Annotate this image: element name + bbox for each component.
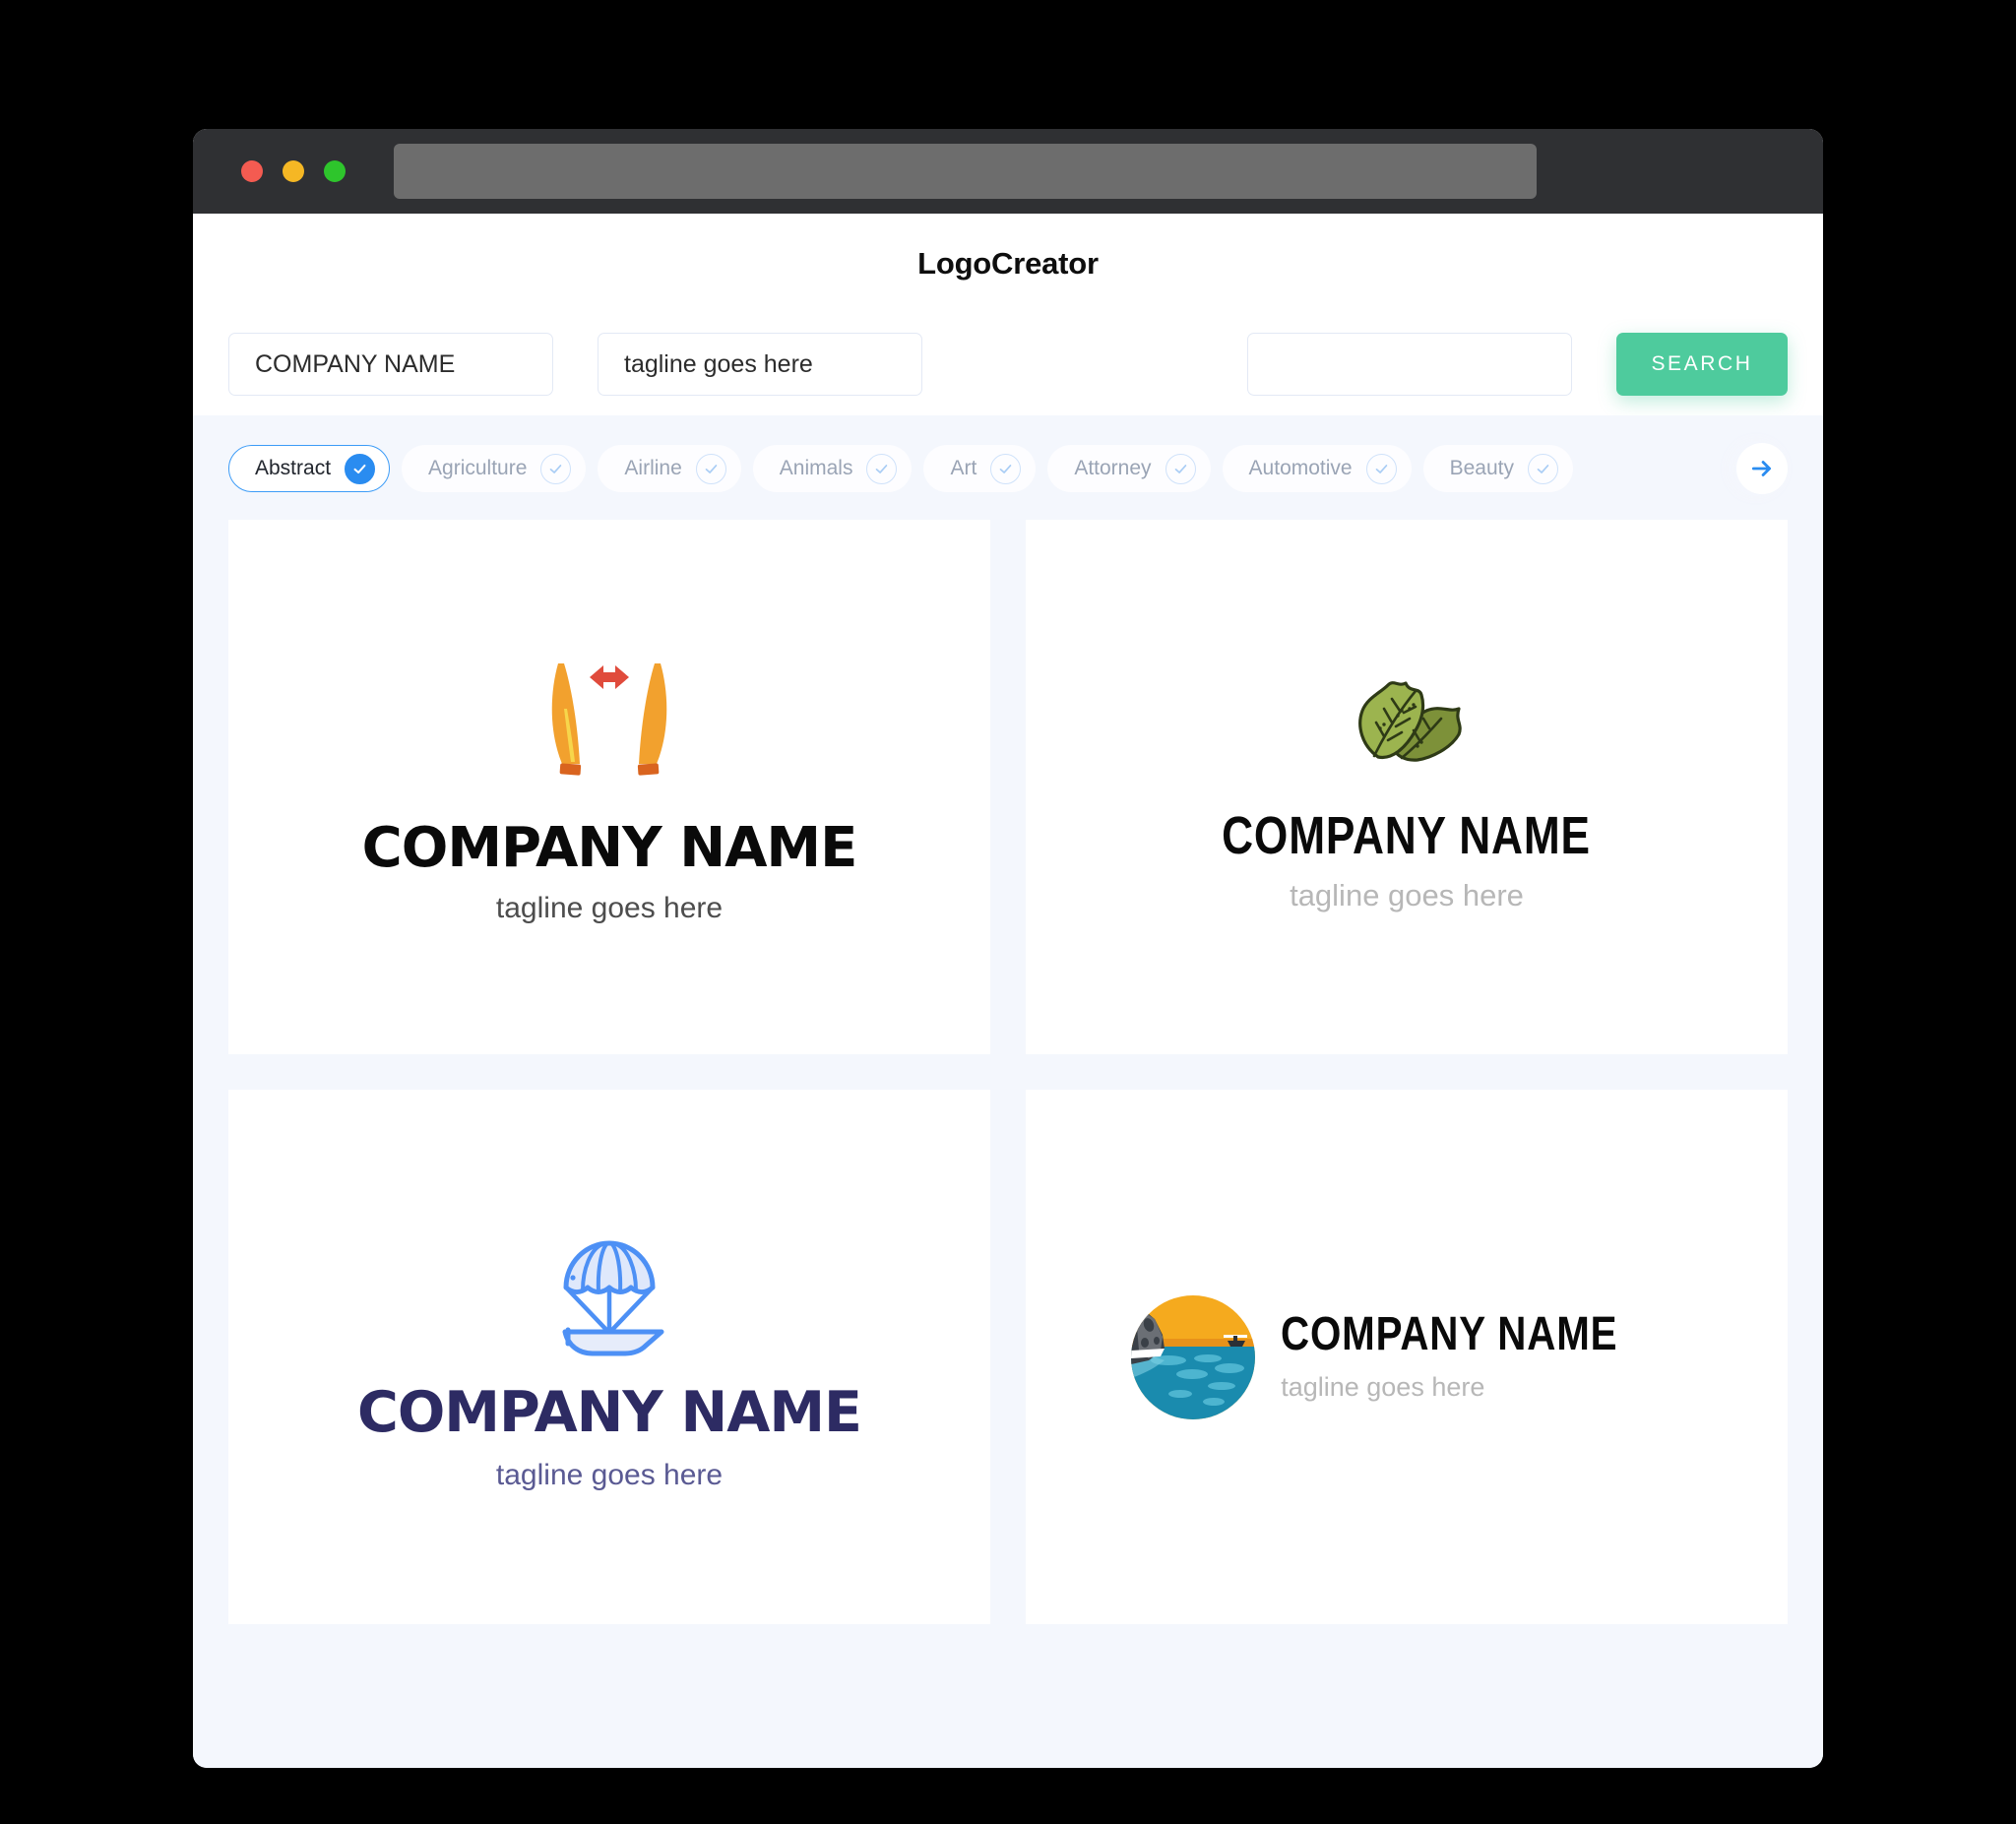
minimize-window-button[interactable]: [283, 160, 304, 182]
logo-tagline: tagline goes here: [1290, 877, 1524, 912]
close-window-button[interactable]: [241, 160, 263, 182]
tagline-input[interactable]: [598, 333, 922, 396]
logo-tagline: tagline goes here: [1281, 1372, 1485, 1402]
results-area: Abstract Agriculture Airline Animals Art Atto…: [193, 415, 1823, 1768]
logo-company-name: COMPANY NAME: [1281, 1308, 1618, 1360]
page-title: LogoCreator: [917, 245, 1099, 281]
logo-company-name: COMPANY NAME: [1222, 805, 1592, 865]
categories-next-button[interactable]: [1736, 443, 1788, 494]
category-chip-label: Abstract: [255, 457, 332, 479]
category-chip-animals[interactable]: Animals: [752, 445, 913, 492]
category-filter-bar: Abstract Agriculture Airline Animals Art Atto…: [193, 415, 1823, 520]
twin-blades-arrow-icon: [551, 662, 667, 776]
check-icon: [1365, 453, 1397, 484]
logo-tagline: tagline goes here: [495, 1459, 724, 1491]
logo-card[interactable]: COMPANY NAME tagline goes here: [1026, 1090, 1788, 1624]
logo-company-name: COMPANY NAME: [357, 1380, 862, 1445]
category-chip-label: Art: [950, 457, 977, 479]
url-bar[interactable]: [394, 144, 1537, 199]
check-icon: [1528, 453, 1558, 484]
leaf-icon: [1358, 680, 1462, 762]
category-chip-label: Beauty: [1449, 457, 1514, 479]
parachute-boat-icon: [562, 1240, 664, 1356]
category-chip-abstract[interactable]: Abstract: [228, 445, 391, 492]
category-chip-airline[interactable]: Airline: [598, 445, 741, 492]
category-chip-beauty[interactable]: Beauty: [1422, 445, 1573, 492]
logo-card[interactable]: COMPANY NAME tagline goes here: [228, 520, 990, 1054]
browser-titlebar: [193, 129, 1823, 214]
logo-card[interactable]: COMPANY NAME tagline goes here: [228, 1090, 990, 1624]
check-icon: [1165, 453, 1196, 484]
category-chip-attorney[interactable]: Attorney: [1047, 445, 1211, 492]
app-header: LogoCreator: [193, 214, 1823, 313]
check-icon: [866, 453, 898, 484]
logo-results-grid: COMPANY NAME tagline goes here COMPANY N…: [193, 520, 1823, 1664]
search-button[interactable]: SEARCH: [1616, 333, 1788, 396]
check-icon: [695, 453, 726, 484]
category-chip-label: Attorney: [1074, 457, 1152, 479]
sunset-sea-circle-icon: [1131, 1294, 1256, 1419]
logo-tagline: tagline goes here: [495, 891, 724, 924]
keyword-input[interactable]: [1247, 333, 1572, 396]
maximize-window-button[interactable]: [324, 160, 346, 182]
check-icon: [540, 453, 572, 484]
logo-card[interactable]: COMPANY NAME tagline goes here: [1026, 520, 1788, 1054]
screenshot-root: LogoCreator SEARCH Abstract Agriculture Ai…: [0, 0, 2016, 1824]
category-chip-automotive[interactable]: Automotive: [1222, 445, 1412, 492]
category-chip-art[interactable]: Art: [923, 445, 1037, 492]
category-chip-label: Agriculture: [428, 457, 528, 479]
traffic-lights: [241, 160, 346, 182]
browser-window: LogoCreator SEARCH Abstract Agriculture Ai…: [193, 129, 1823, 1768]
arrow-right-icon: [1751, 461, 1771, 476]
category-chip-label: Airline: [624, 457, 682, 479]
check-icon: [345, 453, 376, 484]
logo-company-name: COMPANY NAME: [361, 815, 858, 880]
category-chip-label: Animals: [779, 457, 853, 479]
check-icon: [990, 453, 1022, 484]
category-chip-label: Automotive: [1248, 457, 1353, 479]
search-toolbar: SEARCH: [193, 313, 1823, 415]
category-chip-agriculture[interactable]: Agriculture: [402, 445, 587, 492]
company-name-input[interactable]: [228, 333, 553, 396]
